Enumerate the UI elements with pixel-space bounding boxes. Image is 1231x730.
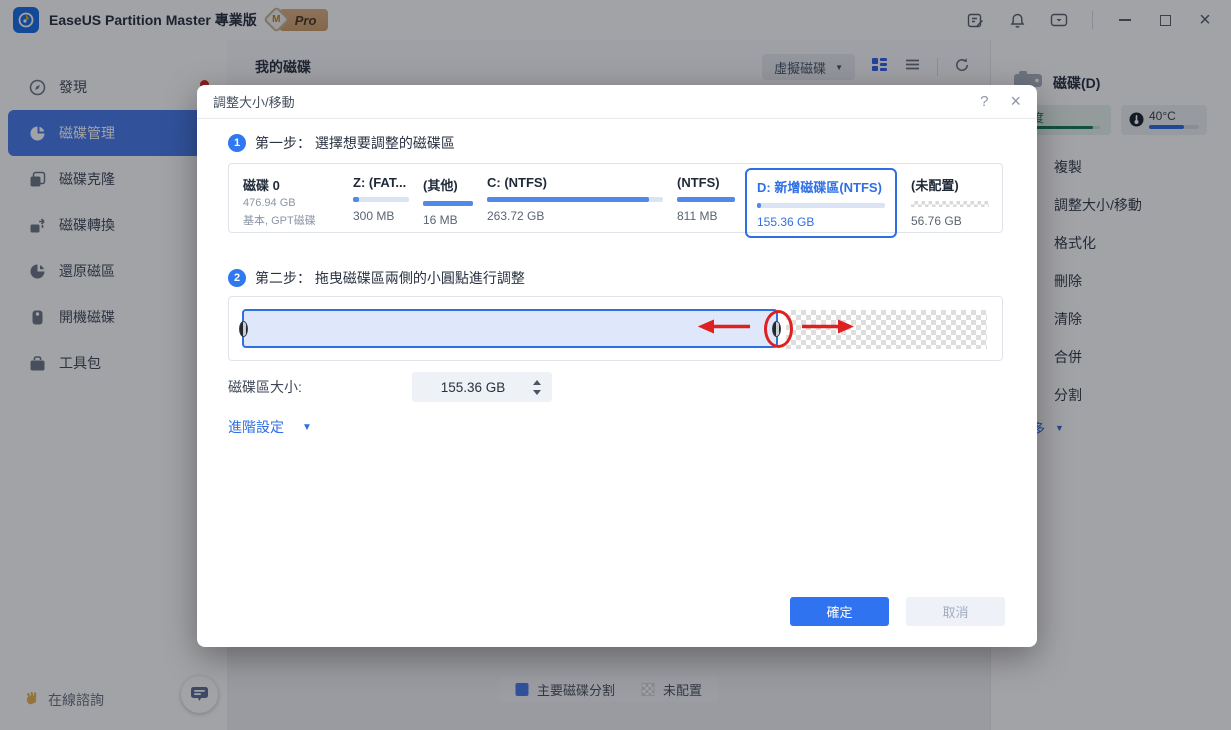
stepper-up-icon[interactable] — [533, 379, 541, 385]
partition-item-other[interactable]: (其他) 16 MB — [423, 175, 473, 227]
resize-move-dialog: 調整大小/移動 ? × 1 第一步： 選擇想要調整的磁碟區 磁碟 0 476.9… — [197, 85, 1037, 647]
ok-button[interactable]: 確定 — [790, 597, 889, 626]
step2-text: 第二步： 拖曳磁碟區兩側的小圓點進行調整 — [255, 270, 525, 286]
step1-number: 1 — [228, 134, 246, 152]
advanced-settings-label: 進階設定 — [228, 419, 284, 435]
step2-number: 2 — [228, 269, 246, 287]
cancel-button[interactable]: 取消 — [906, 597, 1005, 626]
help-icon[interactable]: ? — [980, 93, 988, 110]
partition-size-input[interactable]: 155.36 GB — [412, 372, 552, 402]
disk-capacity: 476.94 GB — [243, 197, 296, 209]
partition-size-row: 磁碟區大小: 155.36 GB — [228, 372, 552, 402]
partition-region[interactable] — [239, 309, 855, 348]
step2-row: 2 第二步： 拖曳磁碟區兩側的小圓點進行調整 — [228, 268, 525, 288]
advanced-settings-link[interactable]: 進階設定 ▼ — [228, 417, 312, 437]
partition-item-c[interactable]: C: (NTFS) 263.72 GB — [487, 175, 663, 223]
dialog-title: 調整大小/移動 — [213, 95, 295, 110]
disk-type: 基本, GPT磁碟 — [243, 215, 316, 227]
usage-bar — [423, 201, 473, 206]
usage-bar — [757, 203, 885, 208]
step1-text: 第一步： 選擇想要調整的磁碟區 — [255, 135, 455, 151]
stepper-down-icon[interactable] — [533, 389, 541, 395]
disk-info: 磁碟 0 476.94 GB 基本, GPT磁碟 — [243, 175, 339, 228]
dialog-close-icon[interactable]: × — [1010, 91, 1021, 112]
partition-size-value: 155.36 GB — [440, 379, 506, 395]
dialog-footer: 確定 取消 — [197, 597, 1037, 626]
left-resize-handle[interactable] — [239, 320, 248, 337]
usage-bar — [487, 197, 663, 202]
partition-item-unallocated[interactable]: (未配置) 56.76 GB — [911, 175, 989, 228]
drag-left-arrow-icon — [698, 317, 751, 340]
partition-selector: 磁碟 0 476.94 GB 基本, GPT磁碟 Z: (FAT... 300 … — [228, 163, 1003, 238]
partition-item-z[interactable]: Z: (FAT... 300 MB — [353, 175, 409, 223]
dialog-header: 調整大小/移動 ? × — [197, 85, 1037, 119]
resize-slider — [228, 296, 1003, 361]
usage-bar — [677, 197, 735, 202]
unallocated-bar — [911, 201, 989, 207]
partition-size-label: 磁碟區大小: — [228, 379, 302, 395]
partition-item-d-selected[interactable]: D: 新增磁碟區(NTFS) 155.36 GB — [745, 168, 897, 238]
partition-item-ntfs[interactable]: (NTFS) 811 MB — [677, 175, 735, 223]
disk-name: 磁碟 0 — [243, 178, 280, 193]
size-stepper[interactable] — [526, 379, 548, 395]
right-resize-handle[interactable] — [772, 320, 782, 337]
drag-right-arrow-icon — [802, 317, 855, 340]
slider-track — [239, 309, 987, 349]
usage-bar — [353, 197, 409, 202]
step1-row: 1 第一步： 選擇想要調整的磁碟區 — [228, 133, 455, 153]
chevron-down-icon: ▼ — [302, 421, 312, 433]
